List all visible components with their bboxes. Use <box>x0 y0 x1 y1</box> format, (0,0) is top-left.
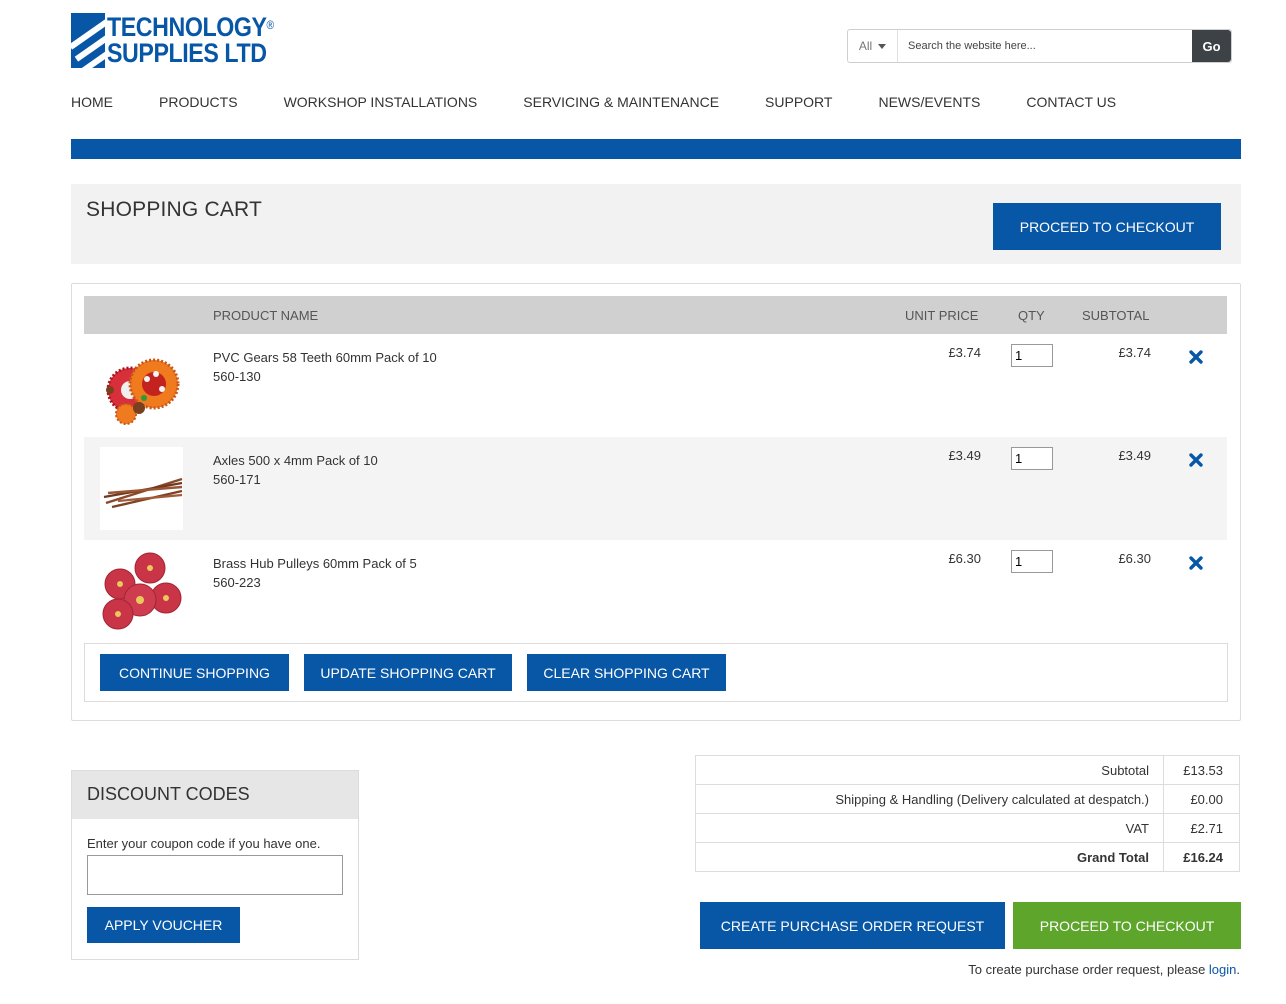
totals-row-shipping: Shipping & Handling (Delivery calculated… <box>695 784 1240 814</box>
nav-contact-us[interactable]: CONTACT US <box>1026 94 1116 114</box>
grand-total-label: Grand Total <box>695 842 1164 872</box>
clear-cart-button[interactable]: CLEAR SHOPPING CART <box>527 654 726 691</box>
subtotal-label: Subtotal <box>695 755 1164 785</box>
po-note-end: . <box>1236 962 1240 977</box>
coupon-prompt: Enter your coupon code if you have one. <box>87 836 321 851</box>
site-logo[interactable]: TECHNOLOGY® SUPPLIES LTD <box>71 12 301 68</box>
row-subtotal: £3.49 <box>1118 448 1151 463</box>
product-name-link[interactable]: PVC Gears 58 Teeth 60mm Pack of 10 <box>213 350 437 365</box>
order-totals-table: Subtotal £13.53 Shipping & Handling (Del… <box>695 755 1240 872</box>
login-link[interactable]: login <box>1209 962 1236 977</box>
product-sku: 560-130 <box>213 369 261 384</box>
nav-home[interactable]: HOME <box>71 94 113 114</box>
shipping-value: £0.00 <box>1163 784 1240 814</box>
logo-wordmark: TECHNOLOGY® SUPPLIES LTD <box>107 14 275 68</box>
cart-row: PVC Gears 58 Teeth 60mm Pack of 10 560-1… <box>84 334 1227 437</box>
row-subtotal: £3.74 <box>1118 345 1151 360</box>
totals-row-grand-total: Grand Total £16.24 <box>695 842 1240 872</box>
nav-servicing-maintenance[interactable]: SERVICING & MAINTENANCE <box>523 94 719 114</box>
vat-value: £2.71 <box>1163 813 1240 843</box>
totals-row-subtotal: Subtotal £13.53 <box>695 755 1240 785</box>
proceed-to-checkout-bottom-button[interactable]: PROCEED TO CHECKOUT <box>1013 902 1241 949</box>
product-name-link[interactable]: Brass Hub Pulleys 60mm Pack of 5 <box>213 556 417 571</box>
chevron-down-icon <box>878 43 887 49</box>
remove-item-icon[interactable] <box>1188 452 1204 468</box>
column-subtotal: SUBTOTAL <box>1082 308 1150 323</box>
create-purchase-order-button[interactable]: CREATE PURCHASE ORDER REQUEST <box>700 902 1005 949</box>
row-subtotal: £6.30 <box>1118 551 1151 566</box>
unit-price: £6.30 <box>948 551 981 566</box>
subtotal-value: £13.53 <box>1163 755 1240 785</box>
column-qty: QTY <box>1018 308 1045 323</box>
shipping-label: Shipping & Handling (Delivery calculated… <box>695 784 1164 814</box>
remove-item-icon[interactable] <box>1188 555 1204 571</box>
purchase-order-note: To create purchase order request, please… <box>900 962 1240 977</box>
nav-support[interactable]: SUPPORT <box>765 94 832 114</box>
discount-codes-title: DISCOUNT CODES <box>87 784 250 804</box>
product-name-link[interactable]: Axles 500 x 4mm Pack of 10 <box>213 453 378 468</box>
product-image-gears[interactable] <box>100 344 183 427</box>
vat-label: VAT <box>695 813 1164 843</box>
continue-shopping-button[interactable]: CONTINUE SHOPPING <box>100 654 289 691</box>
totals-row-vat: VAT £2.71 <box>695 813 1240 843</box>
qty-input[interactable] <box>1011 447 1053 470</box>
page-title: SHOPPING CART <box>86 198 263 221</box>
remove-item-icon[interactable] <box>1188 349 1204 365</box>
update-cart-button[interactable]: UPDATE SHOPPING CART <box>304 654 512 691</box>
grand-total-value: £16.24 <box>1163 842 1240 872</box>
search-scope-value: All <box>858 39 873 53</box>
qty-input[interactable] <box>1011 550 1053 573</box>
product-image-axles[interactable] <box>100 447 183 530</box>
search-input[interactable] <box>898 30 1192 62</box>
main-nav: HOME PRODUCTS WORKSHOP INSTALLATIONS SER… <box>71 94 1162 114</box>
unit-price: £3.49 <box>948 448 981 463</box>
cart-row: Axles 500 x 4mm Pack of 10 560-171 £3.49… <box>84 437 1227 540</box>
product-image-pulleys[interactable] <box>100 550 183 633</box>
nav-workshop-installations[interactable]: WORKSHOP INSTALLATIONS <box>284 94 478 114</box>
column-unit-price: UNIT PRICE <box>905 308 979 323</box>
search-go-button[interactable]: Go <box>1192 30 1231 62</box>
header-divider-bar <box>71 139 1241 159</box>
search-scope-select[interactable]: All <box>848 30 898 62</box>
product-sku: 560-223 <box>213 575 261 590</box>
unit-price: £3.74 <box>948 345 981 360</box>
product-sku: 560-171 <box>213 472 261 487</box>
proceed-to-checkout-top-button[interactable]: PROCEED TO CHECKOUT <box>993 203 1221 250</box>
column-product-name: PRODUCT NAME <box>213 308 319 323</box>
logo-registered-mark: ® <box>266 18 275 32</box>
cart-table-header: PRODUCT NAME UNIT PRICE QTY SUBTOTAL <box>84 296 1227 334</box>
nav-products[interactable]: PRODUCTS <box>159 94 238 114</box>
apply-voucher-button[interactable]: APPLY VOUCHER <box>87 907 240 943</box>
po-note-text: To create purchase order request, please <box>968 962 1209 977</box>
site-search: All Go <box>847 29 1232 63</box>
logo-stripes-icon <box>71 12 106 68</box>
cart-row: Brass Hub Pulleys 60mm Pack of 5 560-223… <box>84 540 1227 643</box>
logo-line-2: SUPPLIES LTD <box>107 38 267 68</box>
coupon-code-input[interactable] <box>87 855 343 895</box>
nav-news-events[interactable]: NEWS/EVENTS <box>878 94 980 114</box>
qty-input[interactable] <box>1011 344 1053 367</box>
